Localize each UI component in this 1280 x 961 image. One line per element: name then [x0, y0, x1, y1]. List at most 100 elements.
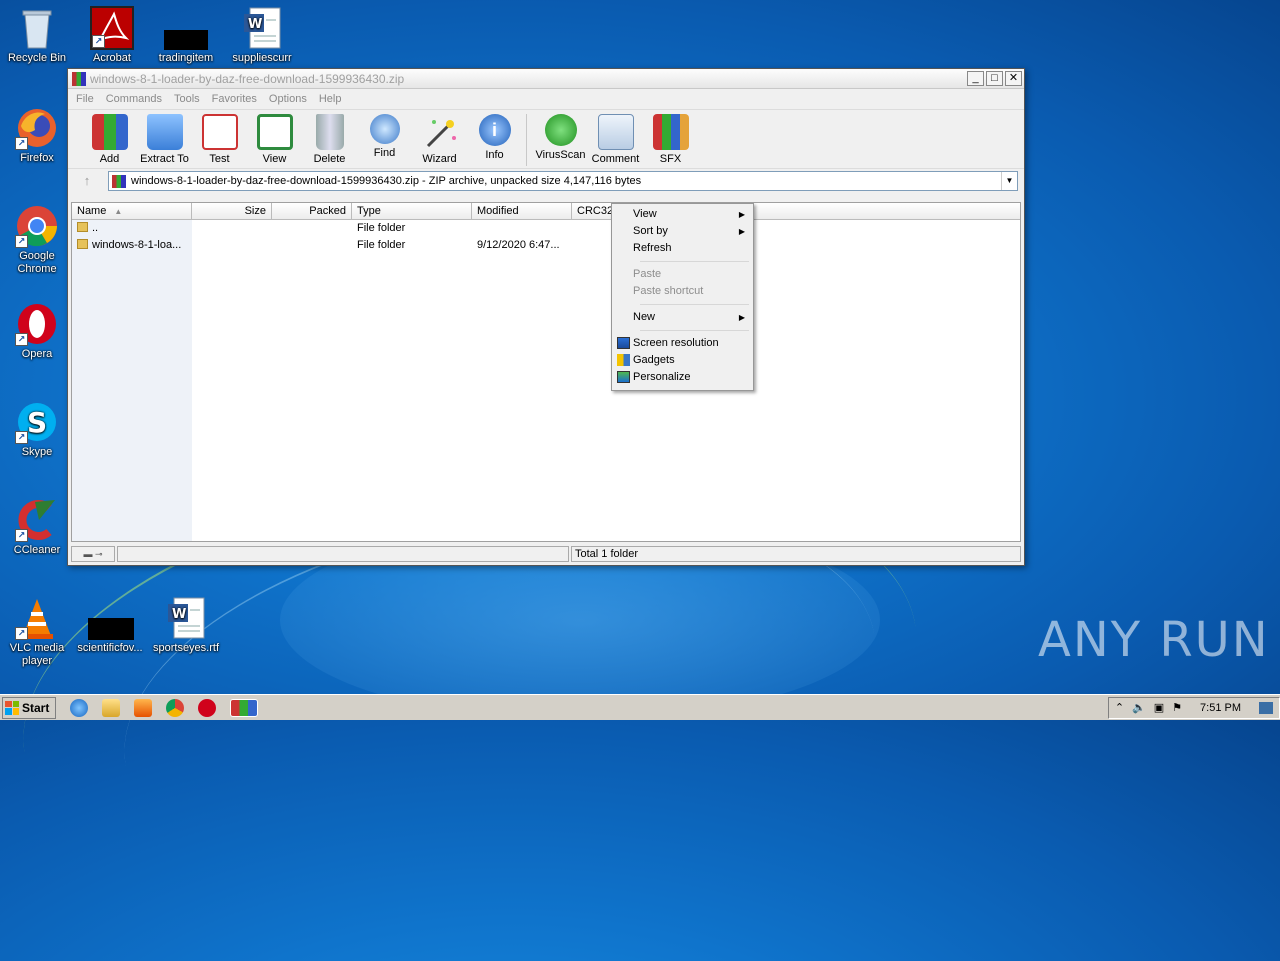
up-arrow-icon[interactable]: ↑: [74, 171, 100, 191]
menu-separator: [640, 330, 749, 331]
column-header-packed[interactable]: Packed: [272, 203, 352, 219]
redacted-file-icon: [88, 596, 134, 640]
archive-path-field[interactable]: windows-8-1-loader-by-daz-free-download-…: [108, 171, 1018, 191]
comment-button[interactable]: Comment: [588, 114, 643, 165]
file-list-header: Name ▲ Size Packed Type Modified CRC32: [72, 203, 1020, 220]
menu-tools[interactable]: Tools: [168, 93, 206, 105]
tool-label: Info: [485, 149, 504, 161]
menu-item-paste[interactable]: Paste: [614, 266, 751, 283]
menu-bar: File Commands Tools Favorites Options He…: [68, 89, 1024, 109]
chrome-icon: ↗: [15, 204, 59, 248]
drive-key-icon[interactable]: ▬ ⊸: [71, 546, 115, 562]
table-row[interactable]: windows-8-1-loa... File folder 9/12/2020…: [72, 237, 1020, 254]
folder-icon: [77, 239, 88, 249]
anyrun-watermark: ANY RUN: [1038, 612, 1270, 668]
desktop-icon-tradingitem[interactable]: tradingitem: [149, 6, 223, 65]
menu-item-view[interactable]: View ▶: [614, 206, 751, 223]
row-type: File folder: [357, 239, 406, 251]
desktop-icon-sportseyes[interactable]: W sportseyes.rtf: [149, 596, 223, 655]
menu-item-screen-resolution[interactable]: Screen resolution: [614, 335, 751, 352]
desktop-icon-skype[interactable]: S ↗ Skype: [0, 400, 74, 459]
desktop-icon-google-chrome[interactable]: ↗ Google Chrome: [0, 204, 74, 276]
virusscan-button[interactable]: VirusScan: [533, 114, 588, 161]
delete-button[interactable]: Delete: [302, 114, 357, 165]
word-document-icon: W: [240, 6, 284, 50]
menu-commands[interactable]: Commands: [100, 93, 168, 105]
desktop-icon-opera[interactable]: ↗ Opera: [0, 302, 74, 361]
svg-text:W: W: [172, 607, 186, 622]
desktop-icon-scientificfov[interactable]: scientificfov...: [73, 596, 147, 655]
shortcut-arrow-icon: ↗: [92, 35, 105, 48]
parent-folder-icon: [77, 222, 88, 232]
winrar-taskbar-icon[interactable]: [230, 698, 258, 717]
menu-item-gadgets[interactable]: Gadgets: [614, 352, 751, 369]
table-row[interactable]: .. File folder: [72, 220, 1020, 237]
winrar-app-icon: [72, 71, 86, 86]
tool-label: Find: [373, 147, 396, 159]
desktop-icon-suppliescurr[interactable]: W suppliescurr: [225, 6, 299, 65]
trash-can-icon: [315, 114, 344, 150]
extract-to-button[interactable]: Extract To: [137, 114, 192, 165]
menu-item-personalize[interactable]: Personalize: [614, 369, 751, 386]
desktop-icon-ccleaner[interactable]: ↗ CCleaner: [0, 498, 74, 557]
menu-favorites[interactable]: Favorites: [206, 93, 263, 105]
menu-item-sort-by[interactable]: Sort by ▶: [614, 223, 751, 240]
find-button[interactable]: Find: [357, 114, 412, 159]
menu-item-refresh[interactable]: Refresh: [614, 240, 751, 257]
wizard-button[interactable]: Wizard: [412, 114, 467, 165]
status-bar: ▬ ⊸ Total 1 folder: [71, 545, 1021, 563]
file-list[interactable]: Name ▲ Size Packed Type Modified CRC32 ..…: [71, 202, 1021, 542]
menu-item-new[interactable]: New ▶: [614, 309, 751, 326]
close-button[interactable]: ✕: [1005, 71, 1022, 86]
tool-label: Test: [209, 153, 230, 165]
view-button[interactable]: View: [247, 114, 302, 165]
title-bar[interactable]: windows-8-1-loader-by-daz-free-download-…: [68, 69, 1024, 89]
path-dropdown-chevron-icon[interactable]: ▼: [1001, 172, 1017, 190]
action-center-flag-icon[interactable]: ⚑: [1172, 701, 1182, 714]
media-player-icon[interactable]: [134, 698, 152, 717]
network-icon[interactable]: ▣: [1154, 701, 1164, 714]
test-button[interactable]: Test: [192, 114, 247, 165]
vlc-cone-icon: ↗: [15, 596, 59, 640]
internet-explorer-icon[interactable]: [70, 698, 88, 717]
shortcut-arrow-icon: ↗: [15, 627, 28, 640]
tray-expand-chevron-icon[interactable]: ⌃: [1115, 701, 1124, 714]
desktop-icon-vlc[interactable]: ↗ VLC media player: [0, 596, 74, 668]
svg-text:W: W: [248, 17, 262, 32]
file-explorer-icon[interactable]: [102, 698, 120, 717]
minimize-button[interactable]: _: [967, 71, 984, 86]
desktop-icon-acrobat[interactable]: ↗ Acrobat: [75, 6, 149, 65]
desktop-icon-firefox[interactable]: ↗ Firefox: [0, 106, 74, 165]
sfx-button[interactable]: SFX: [643, 114, 698, 165]
maximize-button[interactable]: □: [986, 71, 1003, 86]
view-book-icon: [256, 114, 293, 150]
menu-item-paste-shortcut[interactable]: Paste shortcut: [614, 283, 751, 300]
chrome-icon[interactable]: [166, 698, 184, 717]
test-clipboard-icon: [201, 114, 238, 150]
info-icon: i: [478, 114, 511, 146]
info-button[interactable]: i Info: [467, 114, 522, 161]
menu-options[interactable]: Options: [263, 93, 313, 105]
column-header-name[interactable]: Name ▲: [72, 203, 192, 219]
opera-icon[interactable]: [198, 698, 216, 717]
desktop-icon-recycle-bin[interactable]: Recycle Bin: [0, 6, 74, 65]
acrobat-icon: ↗: [90, 6, 134, 50]
magnifier-icon: [369, 114, 400, 144]
clock[interactable]: 7:51 PM: [1200, 702, 1241, 714]
submenu-arrow-icon: ▶: [738, 313, 745, 322]
column-header-type[interactable]: Type: [352, 203, 472, 219]
menu-file[interactable]: File: [70, 93, 100, 105]
virus-bug-icon: [544, 114, 577, 146]
add-button[interactable]: Add: [82, 114, 137, 165]
menu-help[interactable]: Help: [313, 93, 348, 105]
shortcut-arrow-icon: ↗: [15, 333, 28, 346]
desktop-icon-label: scientificfov...: [77, 642, 143, 654]
start-button[interactable]: Start: [2, 696, 56, 719]
toolbar-separator: [526, 114, 527, 166]
recycle-bin-icon: [15, 6, 59, 50]
show-desktop-icon[interactable]: [1259, 701, 1273, 714]
volume-icon[interactable]: 🔈: [1132, 701, 1146, 714]
column-header-size[interactable]: Size: [192, 203, 272, 219]
desktop-icon-label: tradingitem: [158, 52, 214, 64]
column-header-modified[interactable]: Modified: [472, 203, 572, 219]
